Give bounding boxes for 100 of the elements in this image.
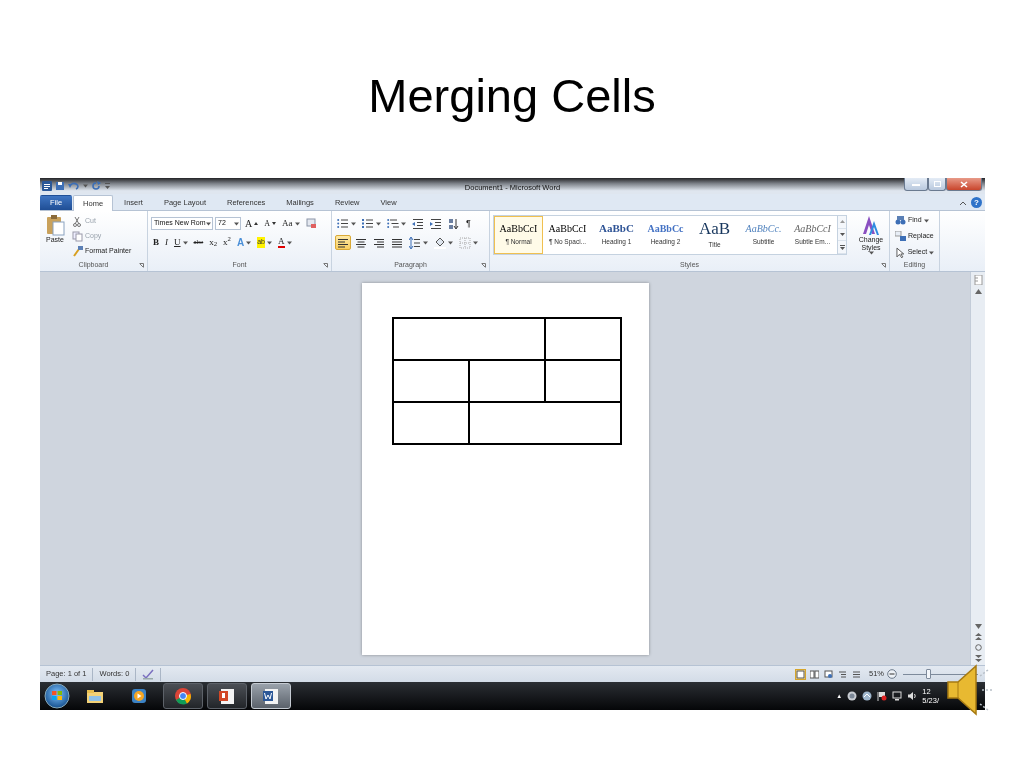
maximize-button[interactable] <box>928 178 946 191</box>
caret-icon <box>267 240 272 245</box>
line-spacing-icon <box>409 236 421 249</box>
scroll-up-icon[interactable] <box>974 289 982 294</box>
table-cell[interactable] <box>393 361 468 401</box>
table-cell[interactable] <box>545 361 620 401</box>
borders-icon <box>459 236 471 249</box>
table-cell[interactable] <box>393 403 468 443</box>
sup-button[interactable]: x$^{2}$ <box>221 235 233 250</box>
paint-bucket-icon <box>434 236 446 249</box>
caret-icon <box>286 240 292 245</box>
view-button[interactable] <box>851 668 862 680</box>
caret-icon <box>423 240 428 245</box>
play-icon <box>129 687 149 705</box>
multilevel-list-button[interactable] <box>385 216 408 231</box>
table-cell[interactable] <box>545 319 620 359</box>
redo-icon[interactable] <box>91 181 101 191</box>
scroll-down-icon[interactable] <box>974 624 982 629</box>
grow-button[interactable]: A <box>243 216 261 231</box>
save-icon[interactable] <box>55 181 65 191</box>
caret-icon <box>83 184 88 188</box>
numbered-list-icon <box>362 217 374 230</box>
down-arrow-icon <box>272 222 276 225</box>
slider-thumb[interactable] <box>925 668 931 679</box>
align-left-button[interactable] <box>335 235 351 250</box>
show-marks-button[interactable]: ¶ <box>464 216 473 231</box>
caret-icon <box>294 221 300 226</box>
eraser-icon <box>305 218 317 229</box>
binoculars-icon <box>895 215 906 226</box>
sort-icon <box>448 217 460 230</box>
bullets-button[interactable] <box>335 216 358 231</box>
next-page-icon[interactable] <box>974 655 982 662</box>
slide-title: Merging Cells <box>368 72 656 124</box>
taskbar-button[interactable] <box>207 683 247 709</box>
volume-icon[interactable] <box>907 691 918 701</box>
minimize-button[interactable] <box>904 178 928 191</box>
dialog-launcher-icon[interactable] <box>139 263 144 268</box>
more-button[interactable] <box>838 241 846 254</box>
merged-cell[interactable] <box>393 319 544 359</box>
shrink-button[interactable]: A <box>262 216 278 231</box>
display-icon[interactable] <box>892 691 903 701</box>
replace-icon <box>895 231 906 242</box>
slides-app-icon <box>217 687 237 705</box>
table-cell[interactable] <box>469 361 544 401</box>
italic-button[interactable]: I <box>163 235 170 250</box>
case-button[interactable]: Aa <box>280 216 302 231</box>
sync-icon[interactable] <box>862 691 873 701</box>
scroll-down-button[interactable] <box>838 228 846 242</box>
merged-cell[interactable] <box>469 403 620 443</box>
clear-formatting-button[interactable] <box>303 216 319 231</box>
underline-button[interactable]: U <box>172 235 190 250</box>
caret-icon <box>868 251 874 256</box>
dialog-launcher-icon[interactable] <box>881 263 886 268</box>
bold-button[interactable]: B <box>151 235 161 250</box>
flag-icon[interactable] <box>877 691 888 701</box>
view-button[interactable] <box>809 668 820 680</box>
taskbar-button[interactable] <box>163 683 203 709</box>
maximize-icon <box>933 181 941 187</box>
previous-page-icon[interactable] <box>974 633 982 640</box>
increase-indent-button[interactable] <box>428 216 444 231</box>
numbering-button[interactable] <box>360 216 383 231</box>
minimize-icon <box>912 182 920 186</box>
caret-icon <box>401 221 406 226</box>
view-button[interactable] <box>795 668 806 680</box>
outdent-icon <box>412 217 424 230</box>
line-spacing-button[interactable] <box>407 235 430 250</box>
align-right-icon <box>373 236 385 249</box>
up-arrow-icon <box>254 222 259 225</box>
proofing-icon[interactable] <box>142 668 155 680</box>
caret-icon <box>448 240 453 245</box>
help-button[interactable]: ? <box>971 197 982 208</box>
indent-icon <box>430 217 442 230</box>
view-button[interactable] <box>837 668 848 680</box>
align-justify-icon <box>391 236 403 249</box>
dialog-launcher-icon[interactable] <box>323 263 328 268</box>
scissors-icon <box>72 216 83 227</box>
caret-icon <box>182 240 188 245</box>
view-button[interactable] <box>823 668 834 680</box>
caret-icon <box>376 221 381 226</box>
network-globe-icon[interactable] <box>847 691 858 701</box>
multilevel-list-icon <box>387 217 399 230</box>
color-button[interactable]: A <box>276 235 294 250</box>
close-button[interactable] <box>946 178 982 191</box>
down-arrow-icon <box>839 233 845 236</box>
zoom-out-icon[interactable] <box>887 669 897 679</box>
customize-icon[interactable] <box>104 182 111 190</box>
browse-object-icon[interactable] <box>974 644 982 651</box>
shading-button[interactable] <box>432 235 455 250</box>
more-icon <box>839 244 845 250</box>
decrease-indent-button[interactable] <box>410 216 426 231</box>
sub-button[interactable]: x$_{2}$ <box>207 235 220 250</box>
start-button-icon[interactable] <box>43 683 71 709</box>
word-icon[interactable] <box>42 181 52 191</box>
caret-icon <box>246 240 252 245</box>
clipboard-icon <box>45 214 65 236</box>
undo-icon[interactable] <box>68 181 80 191</box>
collapse-ribbon-icon[interactable] <box>959 199 967 206</box>
outline-icon <box>838 669 847 679</box>
letters-icon <box>861 214 881 236</box>
dialog-launcher-icon[interactable] <box>481 263 486 268</box>
